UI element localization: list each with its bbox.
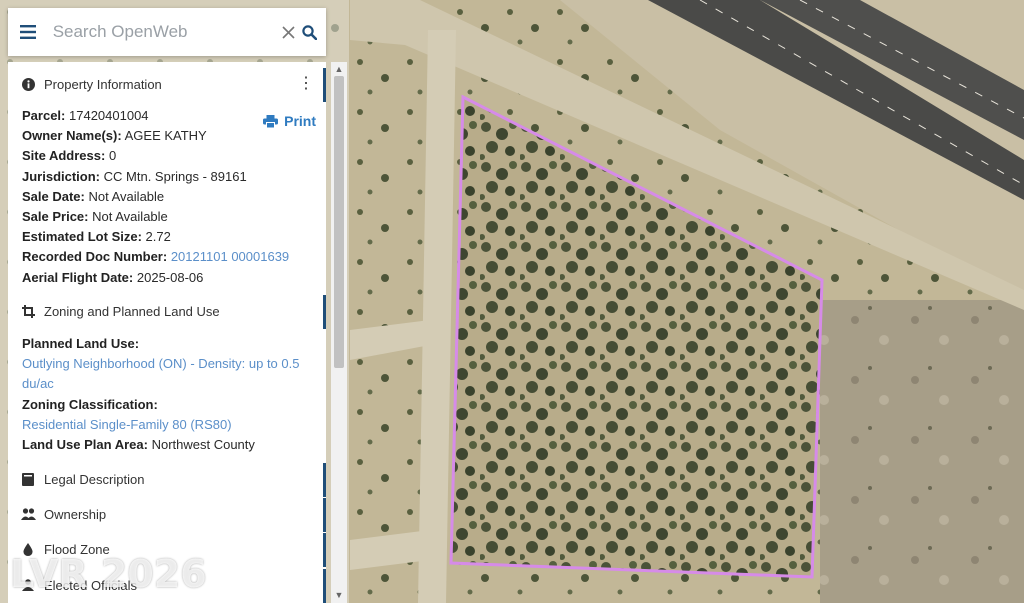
- info-row-parcel: Parcel: 17420401004: [22, 108, 149, 123]
- people-icon: [20, 508, 36, 520]
- section-accent-bar: [323, 295, 326, 329]
- section-title: Zoning and Planned Land Use: [44, 303, 220, 319]
- book-icon: [20, 472, 36, 486]
- clear-search-button[interactable]: [278, 8, 299, 56]
- scroll-up-arrow-icon[interactable]: ▲: [334, 64, 344, 74]
- info-row-aerial-flight-date: Aerial Flight Date: 2025-08-06: [22, 269, 204, 285]
- more-options-icon[interactable]: ⋮: [298, 76, 314, 92]
- info-row-land-use-plan-area: Land Use Plan Area: Northwest County: [22, 437, 255, 453]
- info-row-sale-price: Sale Price: Not Available: [22, 209, 168, 225]
- section-header-zoning[interactable]: Zoning and Planned Land Use: [8, 295, 326, 329]
- info-icon: [20, 77, 36, 91]
- section-header-legal-description[interactable]: Legal Description: [8, 463, 326, 497]
- search-bar: [8, 8, 326, 56]
- section-title: Ownership: [44, 506, 107, 522]
- info-row-lot-size: Estimated Lot Size: 2.72: [22, 229, 171, 245]
- planned-land-use-link-cont[interactable]: du/ac: [22, 376, 54, 391]
- hamburger-menu-button[interactable]: [8, 8, 49, 56]
- section-accent-bar: [323, 68, 326, 102]
- zoning-classification-link[interactable]: Residential Single-Family 80 (RS80): [22, 417, 232, 432]
- planned-land-use-label: Planned Land Use:: [22, 336, 140, 351]
- section-header-property-information[interactable]: Property Information ⋮: [8, 68, 326, 102]
- hamburger-menu-icon: [20, 25, 37, 39]
- recorded-doc-link[interactable]: 20121101 00001639: [171, 249, 289, 264]
- info-row-owner: Owner Name(s): AGEE KATHY: [22, 128, 207, 144]
- search-icon: [302, 24, 317, 40]
- search-button[interactable]: [299, 8, 320, 56]
- zoning-classification-label: Zoning Classification:: [22, 396, 158, 412]
- section-accent-bar: [323, 463, 326, 497]
- info-row-site-address: Site Address: 0: [22, 148, 117, 164]
- planned-land-use-link[interactable]: Outlying Neighborhood (ON) - Density: up…: [22, 356, 299, 371]
- section-accent-bar: [323, 498, 326, 532]
- scroll-down-arrow-icon[interactable]: ▼: [334, 590, 344, 600]
- watermark: LVR 2026: [10, 552, 207, 596]
- section-title: Legal Description: [44, 471, 145, 487]
- zoning-info-list: Planned Land Use: Outlying Neighborhood …: [22, 334, 299, 455]
- crop-icon: [20, 304, 36, 318]
- panel-scrollbar[interactable]: ▲ ▼: [331, 62, 347, 603]
- info-row-recorded-doc: Recorded Doc Number: 20121101 00001639: [22, 249, 290, 265]
- section-title: Property Information: [44, 76, 162, 92]
- info-row-sale-date: Sale Date: Not Available: [22, 188, 165, 204]
- scrollbar-thumb[interactable]: [334, 76, 344, 368]
- property-info-list: Parcel: 17420401004 Owner Name(s): AGEE …: [22, 106, 289, 288]
- info-row-jurisdiction: Jurisdiction: CC Mtn. Springs - 89161: [22, 168, 247, 184]
- close-icon: [282, 25, 295, 39]
- section-header-ownership[interactable]: Ownership: [8, 498, 326, 532]
- info-panel: Property Information ⋮ Print Parcel: 174…: [8, 62, 326, 603]
- search-input[interactable]: [48, 22, 278, 42]
- section-accent-bar: [323, 533, 326, 567]
- section-accent-bar: [323, 569, 326, 603]
